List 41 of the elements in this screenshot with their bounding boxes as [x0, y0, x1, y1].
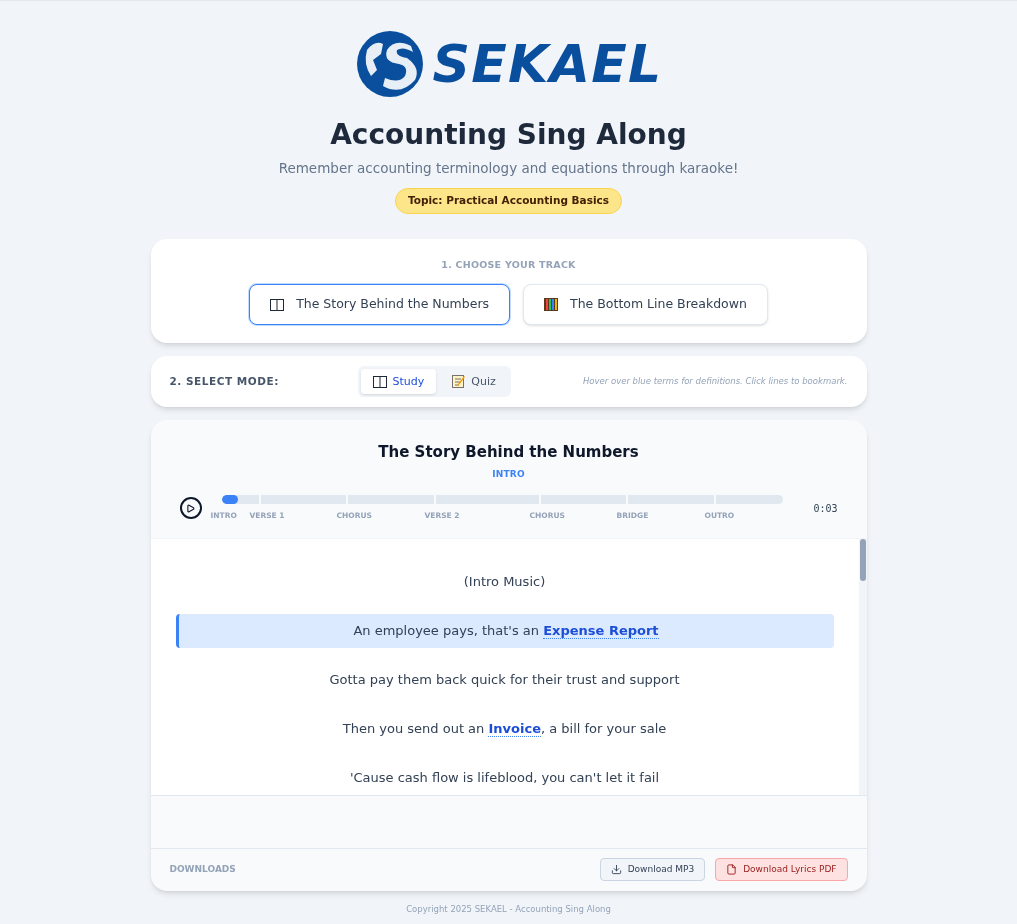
topic-badge: Topic: Practical Accounting Basics	[395, 188, 622, 214]
download-button[interactable]: Download Lyrics PDF	[715, 858, 848, 881]
lyric-text: (Intro Music)	[463, 573, 546, 589]
lyric-line[interactable]: Gotta pay them back quick for their trust and support	[175, 662, 834, 697]
track-button[interactable]: The Story Behind the Numbers	[249, 284, 511, 326]
mode-tab[interactable]: Quiz	[440, 369, 508, 395]
section-heading: 2. SELECT MODE:	[169, 373, 280, 389]
term-link[interactable]: Invoice	[488, 720, 541, 737]
footer-text: Copyright 2025 SEKAEL - Accounting Sing Along	[406, 902, 611, 916]
hint-text: Hover over blue terms for definitions. Click lines to bookmark.	[582, 375, 848, 389]
download-button[interactable]: Download MP3	[599, 858, 706, 881]
track-button[interactable]: The Bottom Line Breakdown	[523, 284, 768, 326]
downloads-heading: DOWNLOADS	[169, 862, 236, 876]
globe-logo-icon	[354, 30, 425, 98]
lyric-text: Gotta pay them back quick for their trust and support	[329, 671, 680, 687]
mode-tab[interactable]: Study	[360, 369, 437, 395]
lyric-text: Then you send out an	[342, 720, 486, 736]
song-title: The Story Behind the Numbers	[378, 442, 639, 464]
lyric-line[interactable]: (Intro Music)	[175, 564, 834, 599]
file-icon	[726, 864, 738, 875]
section-heading: 1. CHOOSE YOUR TRACK	[441, 258, 576, 272]
current-section: INTRO	[492, 467, 525, 482]
lyric-text: An employee pays, that's an	[353, 622, 541, 638]
lyric-text: 'Cause cash flow is lifeblood, you can't let it fail	[349, 769, 660, 785]
lyric-text: , a bill for your sale	[540, 720, 667, 736]
abacus-icon	[544, 298, 559, 312]
play-icon	[186, 503, 195, 513]
download-icon	[610, 864, 622, 875]
progress-segment[interactable]	[221, 495, 259, 505]
page-subtitle: Remember accounting terminology and equations through karaoke!	[278, 159, 739, 178]
book-icon	[270, 298, 285, 311]
book-icon	[372, 375, 387, 388]
memo-icon	[452, 375, 466, 389]
scrollbar[interactable]	[858, 538, 867, 795]
lyric-line[interactable]: Then you send out an Invoice, a bill for your sale	[175, 711, 834, 746]
time-display: 0:03	[813, 501, 838, 516]
page-title: Accounting Sing Along	[330, 117, 687, 153]
lyric-line[interactable]: 'Cause cash flow is lifeblood, you can't let it fail	[175, 760, 834, 795]
term-link[interactable]: Expense Report	[543, 622, 659, 639]
play-button[interactable]	[179, 497, 202, 520]
logo-wordmark: SEKAEL	[432, 38, 663, 90]
